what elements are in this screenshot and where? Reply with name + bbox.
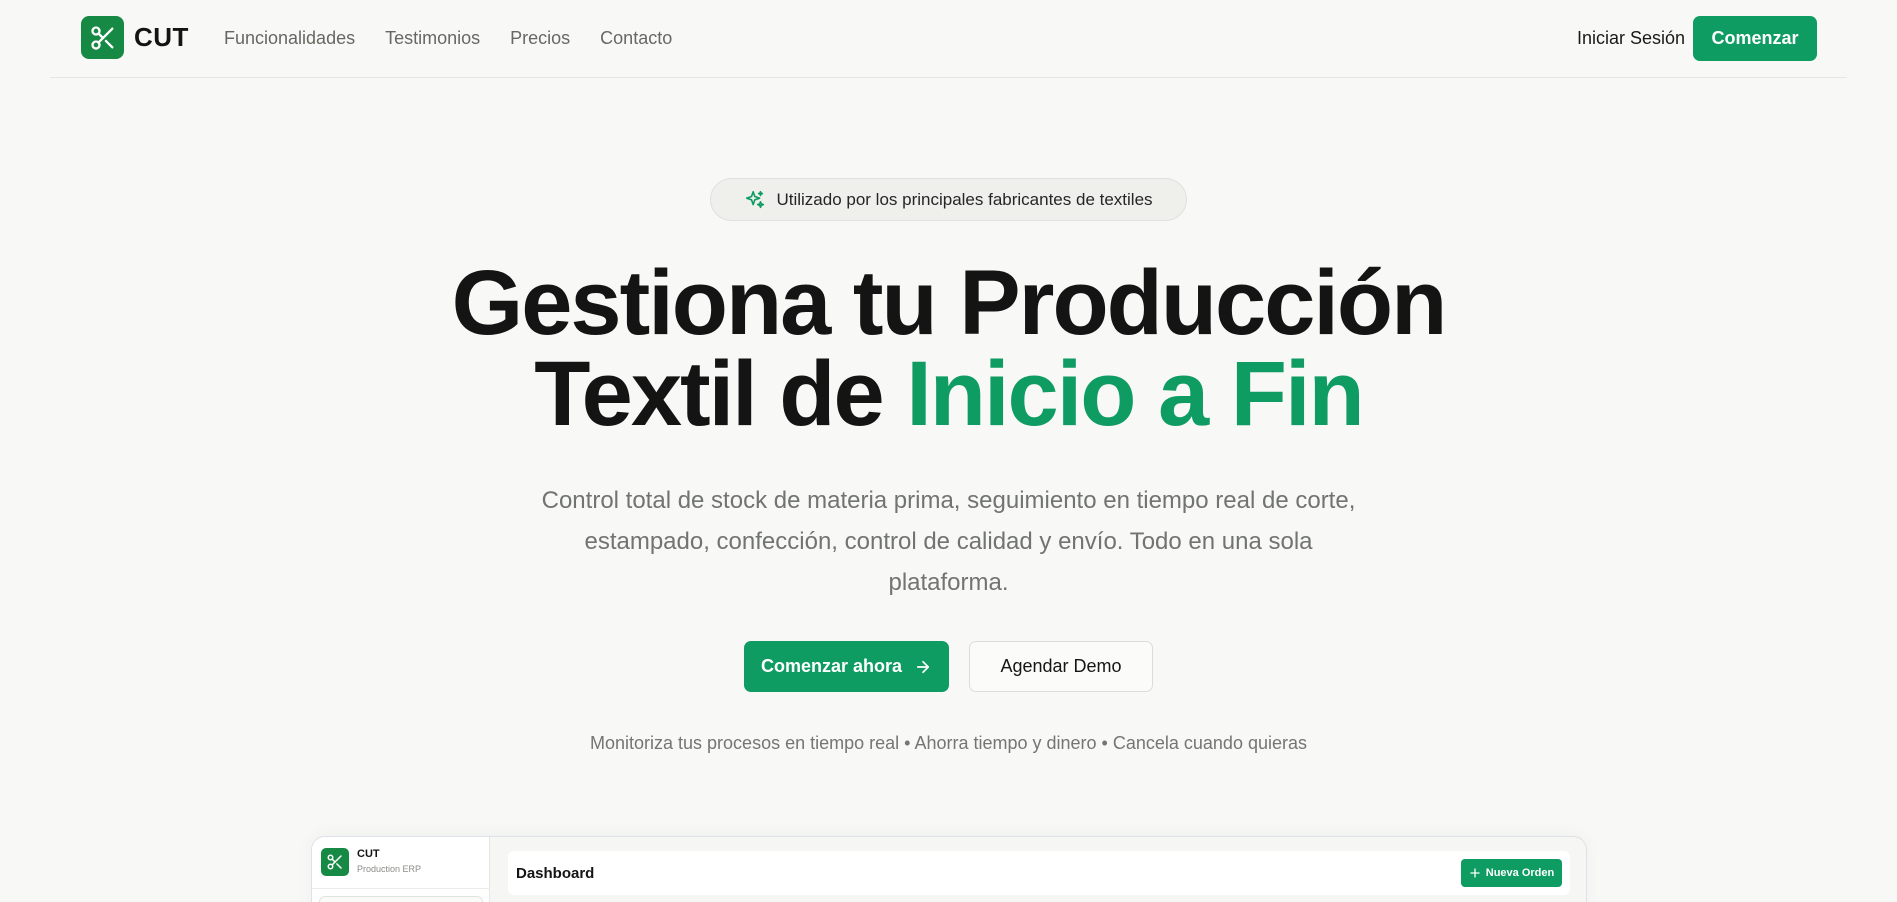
new-order-button: Nueva Orden xyxy=(1461,859,1562,887)
preview-app-name: CUT xyxy=(357,848,380,860)
hero-title-accent: Inicio a Fin xyxy=(906,343,1364,445)
hero-title: Gestiona tu Producción Textil de Inicio … xyxy=(0,257,1897,440)
plus-icon xyxy=(1470,868,1480,878)
login-link[interactable]: Iniciar Sesión xyxy=(1577,28,1685,49)
preview-app-tagline: Production ERP xyxy=(357,864,422,874)
schedule-demo-button[interactable]: Agendar Demo xyxy=(969,641,1153,692)
start-button[interactable]: Comenzar xyxy=(1693,16,1817,61)
trust-badge: Utilizado por los principales fabricante… xyxy=(710,178,1187,221)
scissors-icon xyxy=(90,25,114,50)
preview-header: Dashboard Nueva Orden xyxy=(508,851,1570,895)
nav-links: Funcionalidades Testimonios Precios Cont… xyxy=(224,28,672,49)
start-now-label: Comenzar ahora xyxy=(760,656,903,676)
preview-page-title: Dashboard xyxy=(516,865,595,882)
nav-link-precios[interactable]: Precios xyxy=(510,28,570,49)
brand-name[interactable]: CUT xyxy=(134,22,189,53)
top-navbar: CUT Funcionalidades Testimonios Precios … xyxy=(50,0,1847,78)
badge-text: Utilizado por los principales fabricante… xyxy=(776,189,1153,209)
sparkles-icon xyxy=(746,190,765,208)
brand-logo[interactable] xyxy=(81,16,124,59)
hero-subtitle: Control total de stock de materia prima,… xyxy=(541,487,1356,596)
nav-link-testimonios[interactable]: Testimonios xyxy=(385,28,480,49)
preview-search xyxy=(319,896,483,902)
preview-divider xyxy=(312,888,490,889)
hero-title-line2-prefix: Textil de xyxy=(534,343,907,445)
arrow-right-icon xyxy=(916,660,930,673)
start-now-button[interactable]: Comenzar ahora xyxy=(744,641,949,692)
preview-sidebar: CUT Production ERP xyxy=(312,837,490,902)
hero-title-line1: Gestiona tu Producción xyxy=(451,252,1448,354)
scissors-icon xyxy=(327,854,342,870)
nav-link-contacto[interactable]: Contacto xyxy=(600,28,672,49)
new-order-label: Nueva Orden xyxy=(1485,867,1555,879)
hero-note: Monitoriza tus procesos en tiempo real •… xyxy=(590,733,1307,753)
nav-link-funcionalidades[interactable]: Funcionalidades xyxy=(224,28,355,49)
preview-logo xyxy=(321,848,349,876)
app-preview: CUT Production ERP Dashboard Nueva Orden xyxy=(311,836,1587,902)
